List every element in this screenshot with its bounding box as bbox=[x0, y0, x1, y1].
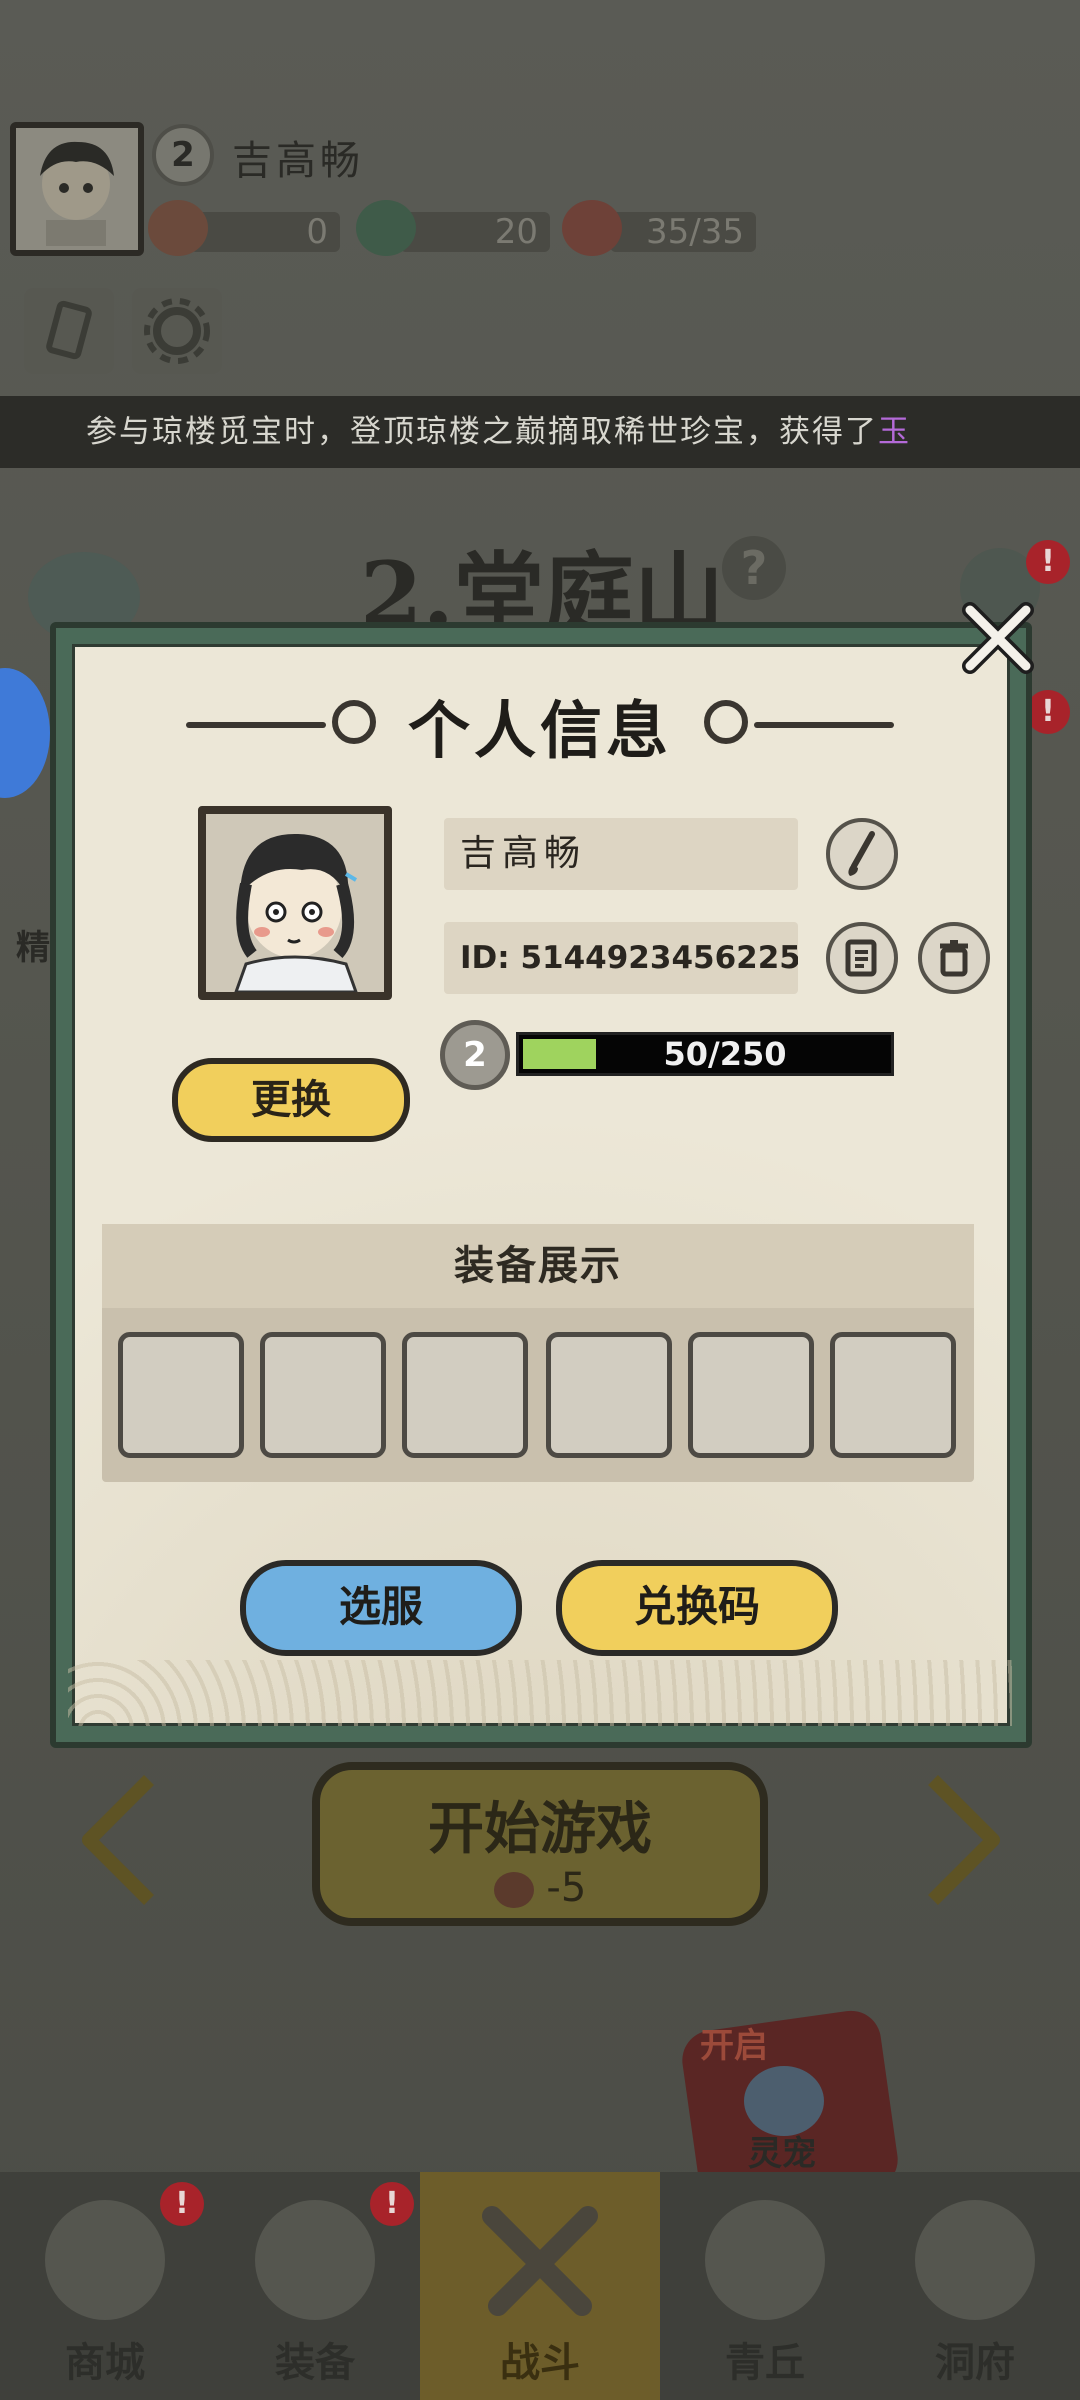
player-name: 吉高畅 bbox=[232, 138, 364, 184]
resource-bar-1: 0 bbox=[190, 212, 340, 252]
prev-stage-arrow-icon[interactable] bbox=[74, 1770, 164, 1939]
edit-name-button[interactable] bbox=[826, 818, 898, 890]
equipment-slot[interactable] bbox=[546, 1332, 672, 1458]
resource-bar-2: 20 bbox=[400, 212, 550, 252]
nav-label: 洞府 bbox=[935, 2339, 1015, 2386]
card-icon bbox=[46, 300, 92, 360]
close-icon bbox=[962, 602, 1034, 674]
copy-id-button[interactable] bbox=[826, 922, 898, 994]
close-button[interactable] bbox=[958, 598, 1038, 678]
equipment-showcase: 装备展示 bbox=[102, 1224, 974, 1482]
equipment-slot[interactable] bbox=[830, 1332, 956, 1458]
xp-progress-bar: 50/250 bbox=[516, 1032, 894, 1076]
equipment-slot[interactable] bbox=[688, 1332, 814, 1458]
avatar-face-icon bbox=[40, 141, 114, 246]
xp-progress-text: 50/250 bbox=[663, 1035, 787, 1073]
wave-pattern bbox=[68, 1660, 1012, 1726]
pet-label: 灵宠 bbox=[748, 2134, 816, 2174]
announcement-ticker: 参与琼楼觅宝时，登顶琼楼之巅摘取稀世珍宝，获得了玉 bbox=[0, 396, 1080, 468]
side-label: 精 bbox=[16, 928, 50, 968]
redeem-code-button[interactable]: 兑换码 bbox=[556, 1560, 838, 1656]
nav-label: 青丘 bbox=[725, 2339, 805, 2386]
character-portrait-icon bbox=[206, 814, 384, 992]
equipment-showcase-title: 装备展示 bbox=[102, 1224, 974, 1308]
scroll-resource-icon[interactable] bbox=[148, 200, 208, 256]
equipment-slot[interactable] bbox=[402, 1332, 528, 1458]
equipment-slot[interactable] bbox=[118, 1332, 244, 1458]
profile-name-field: 吉高畅 bbox=[444, 818, 798, 890]
delete-account-button[interactable] bbox=[918, 922, 990, 994]
profile-level-badge: 2 bbox=[440, 1020, 510, 1090]
mountain-icon bbox=[705, 2200, 825, 2320]
start-game-cost: -5 bbox=[320, 1865, 760, 1911]
modal-title: 个人信息 bbox=[407, 694, 672, 767]
stamina-bar: 35/35 bbox=[610, 212, 756, 252]
trash-icon bbox=[940, 940, 968, 977]
notification-badge: ! bbox=[160, 2182, 204, 2226]
next-stage-arrow-icon[interactable] bbox=[918, 1770, 1008, 1939]
card-button[interactable] bbox=[24, 288, 114, 374]
stage-help-icon[interactable]: ? bbox=[722, 536, 786, 600]
pet-open-label: 开启 bbox=[700, 2026, 768, 2066]
profile-modal bbox=[50, 622, 1032, 1748]
start-game-label: 开始游戏 bbox=[428, 1796, 652, 1862]
peach-icon bbox=[493, 1872, 534, 1908]
nav-tab-qingqiu[interactable]: 青丘 bbox=[660, 2172, 870, 2400]
peach-stamina-icon[interactable] bbox=[562, 200, 622, 256]
player-level-badge: 2 bbox=[152, 124, 214, 186]
settings-button[interactable] bbox=[132, 288, 222, 374]
profile-id-field: ID: 514492345622528 bbox=[444, 922, 798, 994]
armor-icon bbox=[255, 2200, 375, 2320]
nav-tab-battle[interactable]: 战斗 bbox=[420, 2172, 660, 2400]
start-game-button[interactable]: 开始游戏 -5 bbox=[312, 1762, 768, 1926]
change-avatar-button[interactable]: 更换 bbox=[172, 1058, 410, 1142]
cave-icon bbox=[915, 2200, 1035, 2320]
notification-badge: ! bbox=[1026, 540, 1070, 584]
nav-label: 装备 bbox=[275, 2339, 355, 2386]
notification-badge: ! bbox=[370, 2182, 414, 2226]
ticker-highlight: 玉 bbox=[878, 414, 911, 450]
select-server-button[interactable]: 选服 bbox=[240, 1560, 522, 1656]
copy-icon bbox=[845, 939, 877, 977]
player-avatar[interactable] bbox=[10, 122, 144, 256]
ticker-text: 参与琼楼觅宝时，登顶琼楼之巅摘取稀世珍宝，获得了 bbox=[86, 414, 878, 450]
nav-tab-cave[interactable]: 洞府 bbox=[870, 2172, 1080, 2400]
nav-label: 商城 bbox=[65, 2339, 145, 2386]
equipment-slot[interactable] bbox=[260, 1332, 386, 1458]
shop-icon bbox=[45, 2200, 165, 2320]
profile-portrait bbox=[198, 806, 392, 1000]
bottom-nav: 商城 ! 装备 ! 战斗 青丘 洞府 bbox=[0, 2172, 1080, 2400]
crossed-swords-icon bbox=[482, 2206, 598, 2316]
nav-label: 战斗 bbox=[500, 2339, 580, 2386]
gear-icon bbox=[144, 298, 210, 364]
brush-icon bbox=[848, 831, 875, 876]
jade-resource-icon[interactable] bbox=[356, 200, 416, 256]
